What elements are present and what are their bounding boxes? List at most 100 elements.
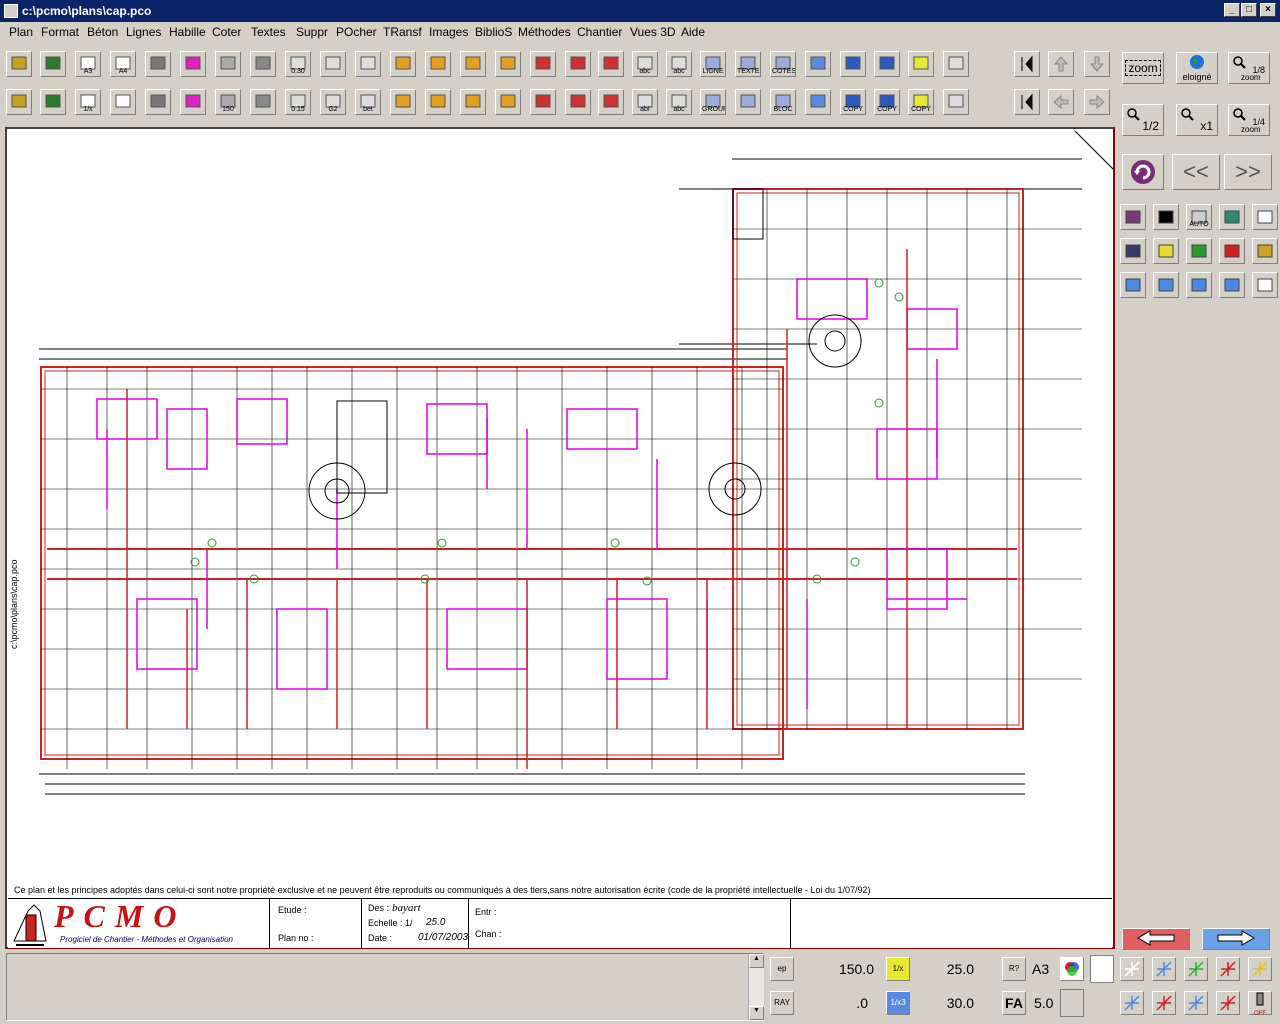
snap-end-button[interactable]: [1216, 991, 1240, 1015]
next-button[interactable]: >>: [1224, 154, 1272, 190]
row2-tool-11-button[interactable]: bet: [355, 89, 381, 115]
row2-tool-12-button[interactable]: [390, 89, 416, 115]
auto-button[interactable]: AUTO: [1186, 204, 1212, 230]
row1-tool-4-button[interactable]: A4: [110, 51, 136, 77]
zoom-x1-button[interactable]: x1: [1176, 104, 1218, 136]
row1-tool-3-button[interactable]: A3: [75, 51, 101, 77]
align-right-button[interactable]: [1219, 272, 1245, 298]
minimize-button[interactable]: _: [1224, 3, 1240, 17]
row1-tool-9-button[interactable]: 0.30: [285, 51, 311, 77]
arrow-down-icon[interactable]: [1084, 51, 1110, 77]
menu-chantier[interactable]: Chantier: [577, 25, 622, 39]
menu-lignes[interactable]: Lignes: [126, 25, 161, 39]
cube-button[interactable]: [1120, 204, 1146, 230]
forward-arrow-button[interactable]: [1202, 928, 1270, 950]
arrow-right-icon[interactable]: [1084, 89, 1110, 115]
menu-vues3d[interactable]: Vues 3D: [630, 25, 676, 39]
row1-tool-13-button[interactable]: [425, 51, 451, 77]
row1-tool-17-button[interactable]: [565, 51, 591, 77]
color-swatch[interactable]: [1090, 955, 1114, 983]
maximize-button[interactable]: □: [1241, 3, 1257, 17]
row2-tool-4-button[interactable]: [110, 89, 136, 115]
row2-tool-13-button[interactable]: [425, 89, 451, 115]
align-left-button[interactable]: [1120, 272, 1146, 298]
row1-tool-11-button[interactable]: [355, 51, 381, 77]
menu-suppr[interactable]: Suppr: [296, 25, 328, 39]
grid-button[interactable]: [1120, 238, 1146, 264]
row1-tool-10-button[interactable]: [320, 51, 346, 77]
red-tile-button[interactable]: [1219, 238, 1245, 264]
row1-tool-12-button[interactable]: [390, 51, 416, 77]
zoom-1-8-button[interactable]: 1/8 zoom: [1228, 52, 1270, 84]
row2-tool-10-button[interactable]: G2: [320, 89, 346, 115]
row2-tool-16-button[interactable]: [530, 89, 556, 115]
menu-transf[interactable]: TRansf: [383, 25, 422, 39]
scroll-down-icon[interactable]: ▼: [749, 1006, 764, 1020]
row1-tool-6-button[interactable]: [180, 51, 206, 77]
prev-page-2-icon[interactable]: [1014, 89, 1040, 115]
back-arrow-button[interactable]: [1122, 928, 1190, 950]
menu-plan[interactable]: Plan: [9, 25, 33, 39]
zoom-1-4-button[interactable]: 1/4 zoom: [1228, 104, 1270, 136]
prev-button[interactable]: <<: [1172, 154, 1220, 190]
row1-tool-22-button[interactable]: TEXTE: [735, 51, 761, 77]
arrow-up-icon[interactable]: [1048, 51, 1074, 77]
menu-methodes[interactable]: Méthodes: [518, 25, 571, 39]
ray-button[interactable]: RAY: [770, 991, 794, 1015]
row1-tool-15-button[interactable]: [495, 51, 521, 77]
row2-tool-6-button[interactable]: [180, 89, 206, 115]
menu-coter[interactable]: Coter: [212, 25, 241, 39]
row2-tool-22-button[interactable]: [735, 89, 761, 115]
fa-button[interactable]: FA: [1002, 991, 1026, 1015]
row2-tool-19-button[interactable]: abI: [632, 89, 658, 115]
message-scrollbar[interactable]: ▲ ▼: [748, 954, 764, 1020]
menu-biblios[interactable]: BiblioS: [475, 25, 512, 39]
yinyang-button[interactable]: [1153, 204, 1179, 230]
ep-button[interactable]: ep: [770, 957, 794, 981]
row2-tool-5-button[interactable]: [145, 89, 171, 115]
menu-aide[interactable]: Aide: [681, 25, 705, 39]
paint-button[interactable]: [1219, 204, 1245, 230]
menu-images[interactable]: Images: [429, 25, 468, 39]
snap-circle-button[interactable]: [1184, 991, 1208, 1015]
row2-tool-18-button[interactable]: [598, 89, 624, 115]
r-button[interactable]: R?: [1002, 957, 1026, 981]
align-bottom-button[interactable]: [1186, 272, 1212, 298]
snap-perp-button[interactable]: [1152, 957, 1176, 981]
snap-rect-button[interactable]: [1120, 991, 1144, 1015]
row2-tool-24-button[interactable]: [805, 89, 831, 115]
row1-tool-18-button[interactable]: [598, 51, 624, 77]
row1-tool-25-button[interactable]: [840, 51, 866, 77]
row2-tool-25-button[interactable]: COPY: [840, 89, 866, 115]
menu-textes[interactable]: Textes: [251, 25, 286, 39]
menu-format[interactable]: Format: [41, 25, 79, 39]
snap-line-button[interactable]: [1216, 957, 1240, 981]
off-button[interactable]: OFF: [1248, 991, 1272, 1017]
row1-tool-2-button[interactable]: [40, 51, 66, 77]
page-button[interactable]: [1252, 204, 1278, 230]
row2-tool-3-button[interactable]: 1/x: [75, 89, 101, 115]
row2-tool-28-button[interactable]: [943, 89, 969, 115]
menu-pocher[interactable]: POcher: [336, 25, 377, 39]
arrow-left-icon[interactable]: [1048, 89, 1074, 115]
row2-tool-27-button[interactable]: COPY: [908, 89, 934, 115]
row2-tool-8-button[interactable]: [250, 89, 276, 115]
color-wheel-button[interactable]: [1060, 957, 1084, 981]
gear-button[interactable]: [1252, 238, 1278, 264]
scroll-up-icon[interactable]: ▲: [749, 954, 764, 968]
row2-tool-7-button[interactable]: 150: [215, 89, 241, 115]
inverse3-button[interactable]: 1/x3: [886, 991, 910, 1015]
zoom-button[interactable]: zoom: [1122, 52, 1164, 84]
row1-tool-16-button[interactable]: [530, 51, 556, 77]
snap-mid-button[interactable]: [1152, 991, 1176, 1015]
style-swatch[interactable]: [1060, 989, 1084, 1017]
snap-cross-button[interactable]: [1184, 957, 1208, 981]
row1-tool-26-button[interactable]: [874, 51, 900, 77]
align-center-button[interactable]: [1153, 272, 1179, 298]
menu-habille[interactable]: Habille: [169, 25, 206, 39]
row1-tool-28-button[interactable]: [943, 51, 969, 77]
yellow-tile-button[interactable]: [1153, 238, 1179, 264]
row1-tool-27-button[interactable]: [908, 51, 934, 77]
row1-tool-7-button[interactable]: [215, 51, 241, 77]
snap-arc-button[interactable]: [1248, 957, 1272, 981]
